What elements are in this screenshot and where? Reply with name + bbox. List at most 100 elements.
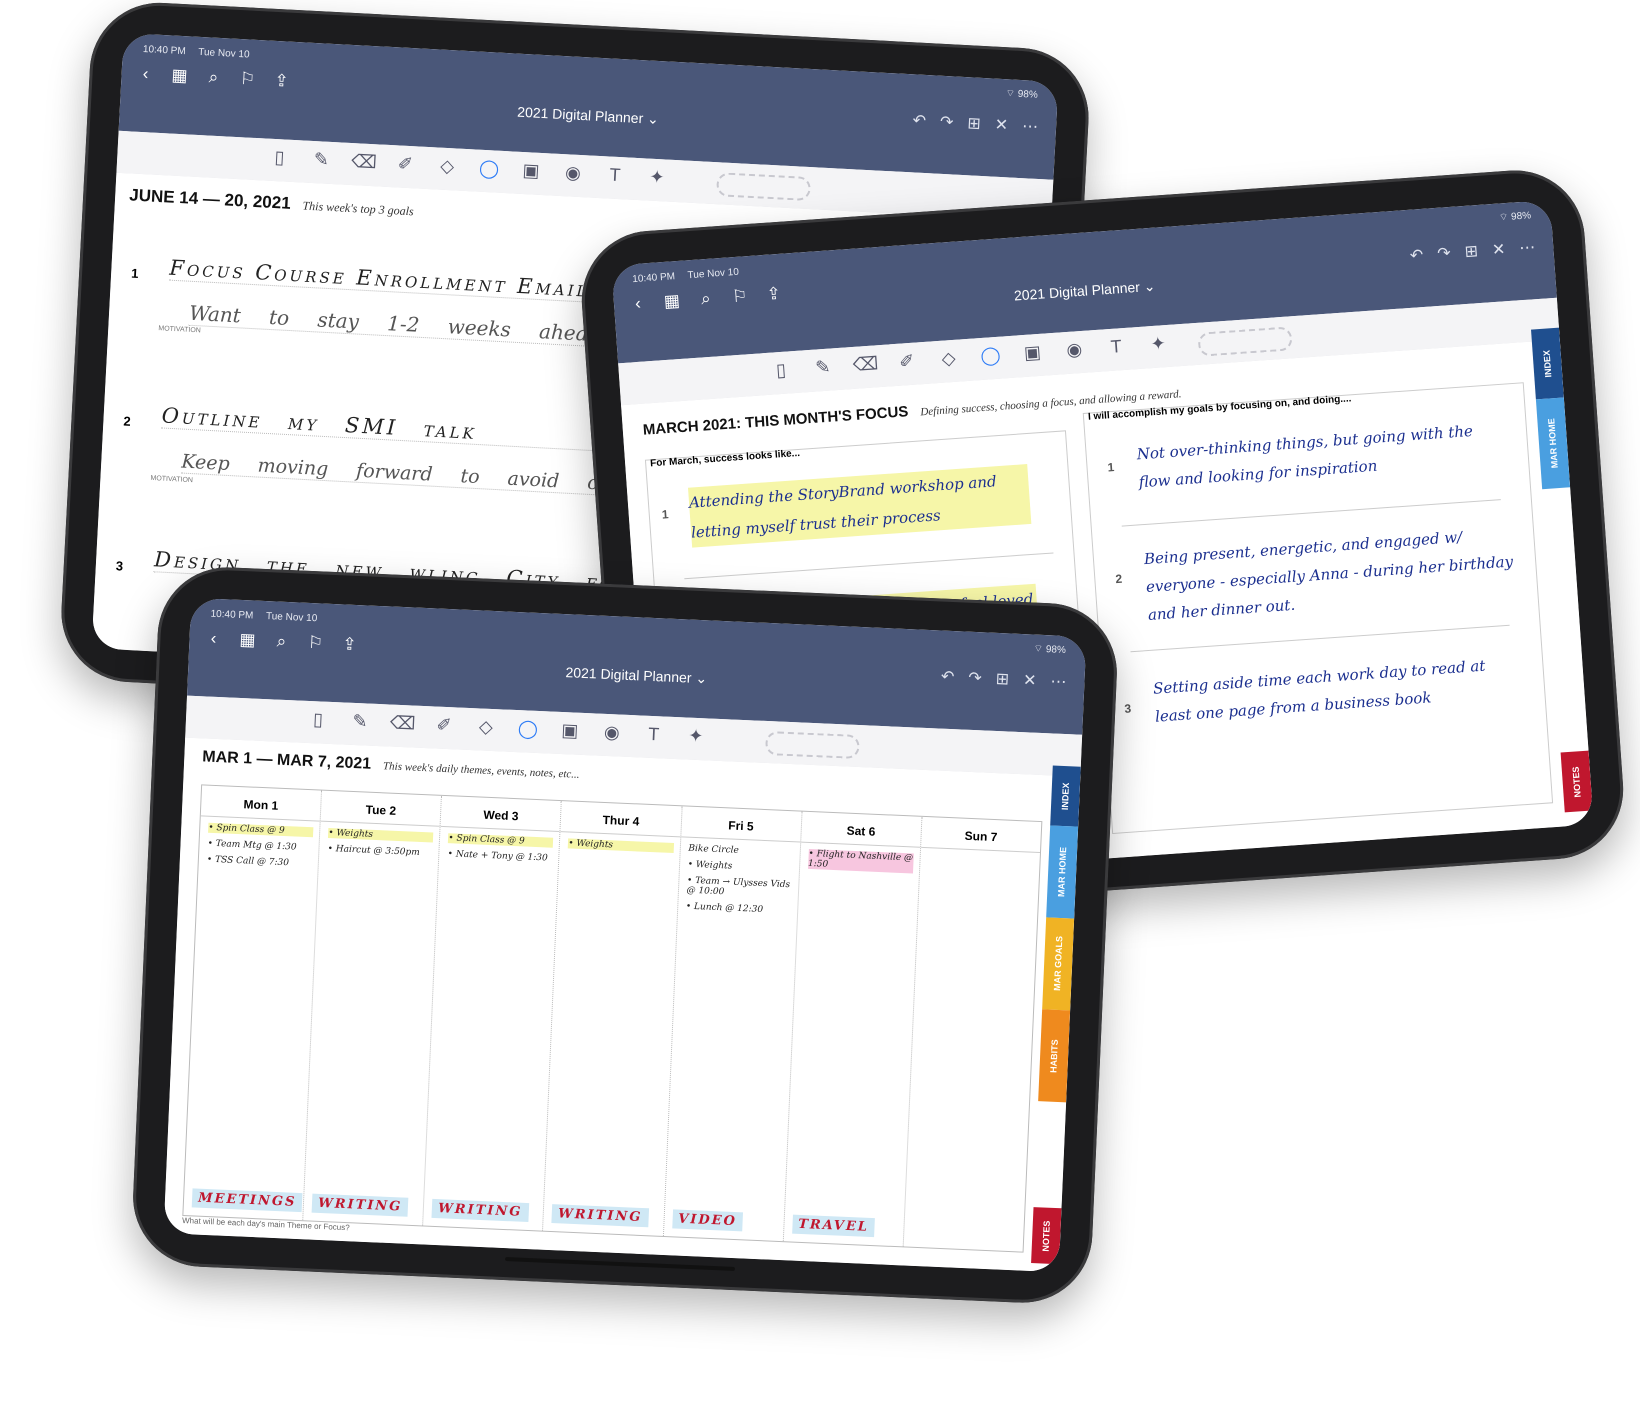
undo-icon[interactable]: ↶	[912, 110, 926, 131]
text-icon[interactable]: T	[641, 724, 666, 746]
search-icon[interactable]: ⌕	[695, 288, 716, 309]
bookmark-icon[interactable]: ⚐	[729, 286, 750, 307]
page-heading: MAR 1 — MAR 7, 2021 This week's daily the…	[201, 748, 580, 781]
motivation-label: MOTIVATION	[150, 474, 194, 485]
lasso-icon[interactable]: ◯	[515, 718, 540, 740]
pen-icon[interactable]: ✎	[810, 356, 835, 379]
search-icon[interactable]: ⌕	[203, 67, 224, 88]
back-chevron-icon[interactable]: ‹	[627, 293, 648, 314]
front-screen: 10:40 PM Tue Nov 10 ⌔ 98% ‹ ▦ ⌕ ⚐ ⇪ 2021…	[163, 597, 1087, 1273]
undo-icon[interactable]: ↶	[941, 667, 955, 688]
day-column: Tue 2 • Weights • Haircut @ 3:50pm WRITING	[303, 790, 443, 1226]
image-icon[interactable]: ▣	[519, 160, 544, 182]
camera-icon[interactable]: ◉	[599, 722, 624, 744]
pen-preset-slot[interactable]	[716, 172, 812, 202]
image-icon[interactable]: ▣	[1020, 342, 1045, 365]
battery-indicator: ⌔ 98%	[1498, 210, 1532, 224]
laser-icon[interactable]: ✦	[683, 725, 708, 747]
more-icon[interactable]: ⋯	[1022, 116, 1039, 137]
back-chevron-icon[interactable]: ‹	[203, 628, 224, 649]
share-icon[interactable]: ⇪	[763, 284, 784, 305]
day-column: Thur 4 • Weights WRITING	[543, 801, 683, 1236]
shapes-icon[interactable]: ◇	[936, 347, 961, 370]
tab-mar-home[interactable]: MAR HOME	[1046, 825, 1079, 919]
focus-box: I will accomplish my goals by focusing o…	[1082, 382, 1554, 835]
tab-notes[interactable]: NOTES	[1031, 1207, 1062, 1265]
tab-index[interactable]: INDEX	[1050, 765, 1081, 827]
page-heading: JUNE 14 — 20, 2021 This week's top 3 goal…	[128, 185, 415, 219]
add-page-icon[interactable]: ⊞	[995, 669, 1009, 690]
image-icon[interactable]: ▣	[557, 720, 582, 742]
redo-icon[interactable]: ↷	[939, 112, 954, 133]
highlighter-icon[interactable]: ✐	[894, 350, 919, 373]
page-icon[interactable]: ▯	[267, 147, 292, 169]
status-date: Tue Nov 10	[265, 611, 318, 625]
add-page-icon[interactable]: ⊞	[1464, 241, 1479, 262]
search-icon[interactable]: ⌕	[271, 631, 292, 652]
tab-mar-goals[interactable]: MAR GOALS	[1042, 917, 1075, 1011]
battery-indicator: ⌔ 98%	[1005, 88, 1039, 101]
success-title: For March, success looks like...	[649, 447, 801, 470]
grid-icon[interactable]: ▦	[661, 291, 682, 312]
status-time: 10:40 PM	[631, 271, 676, 286]
page-icon[interactable]: ▯	[768, 359, 793, 382]
text-icon[interactable]: T	[602, 164, 627, 186]
eraser-icon[interactable]: ⌫	[351, 151, 377, 173]
day-entry: • Nate + Tony @ 1:30	[447, 849, 548, 864]
more-icon[interactable]: ⋯	[1050, 671, 1067, 692]
eraser-icon[interactable]: ⌫	[390, 713, 416, 735]
highlighter-icon[interactable]: ✐	[432, 714, 457, 736]
tab-habits[interactable]: HABITS	[1038, 1009, 1071, 1103]
focus-item: Not over-thinking things, but going with…	[1136, 421, 1474, 492]
day-name: Thur 4	[560, 801, 682, 838]
day-entry: • Lunch @ 12:30	[685, 901, 764, 915]
day-theme: MEETINGS	[191, 1188, 303, 1213]
laser-icon[interactable]: ✦	[1145, 333, 1170, 356]
add-page-icon[interactable]: ⊞	[967, 113, 981, 134]
bookmark-icon[interactable]: ⚐	[305, 633, 326, 654]
more-icon[interactable]: ⋯	[1519, 237, 1536, 258]
day-column: Sat 6 • Flight to Nashville @ 1:50 TRAVEL	[783, 811, 923, 1247]
day-entry: • Spin Class @ 9	[208, 822, 314, 838]
shapes-icon[interactable]: ◇	[473, 716, 498, 738]
goal-number: 1	[130, 265, 139, 282]
status-date: Tue Nov 10	[687, 266, 740, 282]
grid-icon[interactable]: ▦	[237, 630, 258, 651]
eraser-icon[interactable]: ⌫	[852, 353, 879, 376]
close-icon[interactable]: ✕	[1023, 670, 1037, 691]
close-icon[interactable]: ✕	[994, 115, 1008, 136]
tab-mar-home[interactable]: MAR HOME	[1535, 397, 1571, 490]
lasso-icon[interactable]: ◯	[477, 158, 502, 180]
undo-icon[interactable]: ↶	[1409, 245, 1424, 266]
pen-preset-slot[interactable]	[1197, 326, 1293, 357]
day-name: Fri 5	[680, 806, 802, 843]
day-theme: WRITING	[311, 1193, 409, 1217]
redo-icon[interactable]: ↷	[968, 668, 982, 689]
close-icon[interactable]: ✕	[1491, 239, 1506, 260]
grid-icon[interactable]: ▦	[169, 65, 190, 86]
shapes-icon[interactable]: ◇	[435, 155, 460, 177]
camera-icon[interactable]: ◉	[561, 162, 586, 184]
share-icon[interactable]: ⇪	[339, 634, 360, 655]
text-icon[interactable]: T	[1104, 336, 1129, 359]
battery-indicator: ⌔ 98%	[1033, 643, 1067, 656]
back-chevron-icon[interactable]: ‹	[135, 64, 156, 85]
focus-item: Setting aside time each work day to read…	[1152, 656, 1486, 726]
day-column: Mon 1 • Spin Class @ 9 • Team Mtg @ 1:30 • …	[183, 785, 323, 1221]
share-icon[interactable]: ⇪	[271, 71, 292, 92]
bookmark-icon[interactable]: ⚐	[237, 69, 258, 90]
day-entry: • Weights	[568, 838, 674, 854]
redo-icon[interactable]: ↷	[1437, 243, 1452, 264]
lasso-icon[interactable]: ◯	[978, 345, 1003, 368]
highlighter-icon[interactable]: ✐	[393, 153, 418, 175]
tab-notes[interactable]: NOTES	[1560, 750, 1593, 813]
day-entry: • Spin Class @ 9	[448, 833, 554, 848]
day-entry: • Team → Ulysses Vids @ 10:00	[686, 875, 791, 898]
pen-icon[interactable]: ✎	[348, 711, 373, 733]
camera-icon[interactable]: ◉	[1062, 339, 1087, 362]
pen-preset-slot[interactable]	[764, 730, 860, 760]
laser-icon[interactable]: ✦	[644, 166, 669, 188]
page-icon[interactable]: ▯	[306, 709, 331, 731]
pen-icon[interactable]: ✎	[309, 149, 334, 171]
tab-index[interactable]: INDEX	[1531, 327, 1564, 400]
